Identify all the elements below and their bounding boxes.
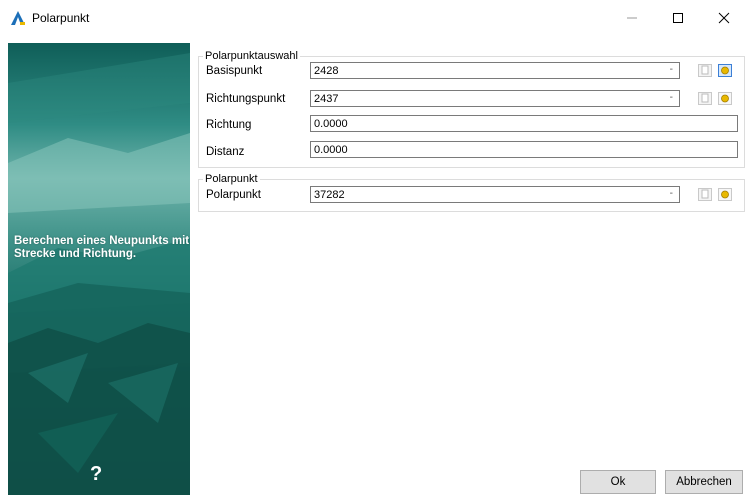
- help-icon[interactable]: ?: [90, 463, 102, 486]
- richtungspunkt-value: 2437: [314, 93, 339, 105]
- point-pick-icon: [721, 94, 729, 103]
- polarpunkt-label: Polarpunkt: [206, 189, 261, 201]
- polarpunkt-combo[interactable]: 37282 -: [310, 186, 680, 203]
- minimize-icon: [627, 17, 637, 19]
- distanz-label: Distanz: [206, 146, 245, 158]
- group-label-polarpunkt: Polarpunkt: [203, 173, 260, 185]
- title-bar: Polarpunkt: [0, 0, 747, 36]
- distanz-value: 0.0000: [314, 144, 348, 156]
- close-button[interactable]: [701, 0, 747, 36]
- basispunkt-value: 2428: [314, 65, 339, 77]
- basispunkt-list-button[interactable]: [698, 64, 712, 77]
- richtungspunkt-label: Richtungspunkt: [206, 93, 286, 105]
- app-logo-icon: [11, 11, 25, 25]
- document-icon: [701, 65, 709, 75]
- distanz-input[interactable]: 0.0000: [310, 141, 738, 158]
- polarpunkt-value: 37282: [314, 189, 345, 201]
- richtungspunkt-combo[interactable]: 2437 -: [310, 90, 680, 107]
- richtung-input[interactable]: 0.0000: [310, 115, 738, 132]
- point-pick-icon: [721, 66, 729, 75]
- basispunkt-label: Basispunkt: [206, 65, 263, 77]
- landscape-illustration: [8, 53, 190, 495]
- document-icon: [701, 93, 709, 103]
- sidebar-description: Berechnen eines Neupunkts mit Strecke un…: [14, 235, 190, 260]
- ok-button[interactable]: Ok: [580, 470, 656, 494]
- maximize-icon: [673, 13, 683, 23]
- point-pick-icon: [721, 190, 729, 199]
- sidebar-banner: Berechnen eines Neupunkts mit Strecke un…: [8, 43, 190, 495]
- minimize-button[interactable]: [609, 0, 655, 36]
- richtungspunkt-list-button[interactable]: [698, 92, 712, 105]
- cancel-button[interactable]: Abbrechen: [665, 470, 743, 494]
- basispunkt-combo[interactable]: 2428 -: [310, 62, 680, 79]
- maximize-button[interactable]: [655, 0, 701, 36]
- polarpunkt-list-button[interactable]: [698, 188, 712, 201]
- polarpunkt-pick-button[interactable]: [718, 188, 732, 201]
- dropdown-arrow-icon[interactable]: -: [670, 92, 673, 103]
- basispunkt-pick-button[interactable]: [718, 64, 732, 77]
- close-icon: [718, 12, 730, 24]
- richtung-value: 0.0000: [314, 118, 348, 130]
- dropdown-arrow-icon[interactable]: -: [670, 188, 673, 199]
- richtungspunkt-pick-button[interactable]: [718, 92, 732, 105]
- document-icon: [701, 189, 709, 199]
- window-title: Polarpunkt: [32, 11, 90, 25]
- richtung-label: Richtung: [206, 119, 252, 131]
- dropdown-arrow-icon[interactable]: -: [670, 64, 673, 75]
- group-label-polarpunktauswahl: Polarpunktauswahl: [203, 50, 300, 62]
